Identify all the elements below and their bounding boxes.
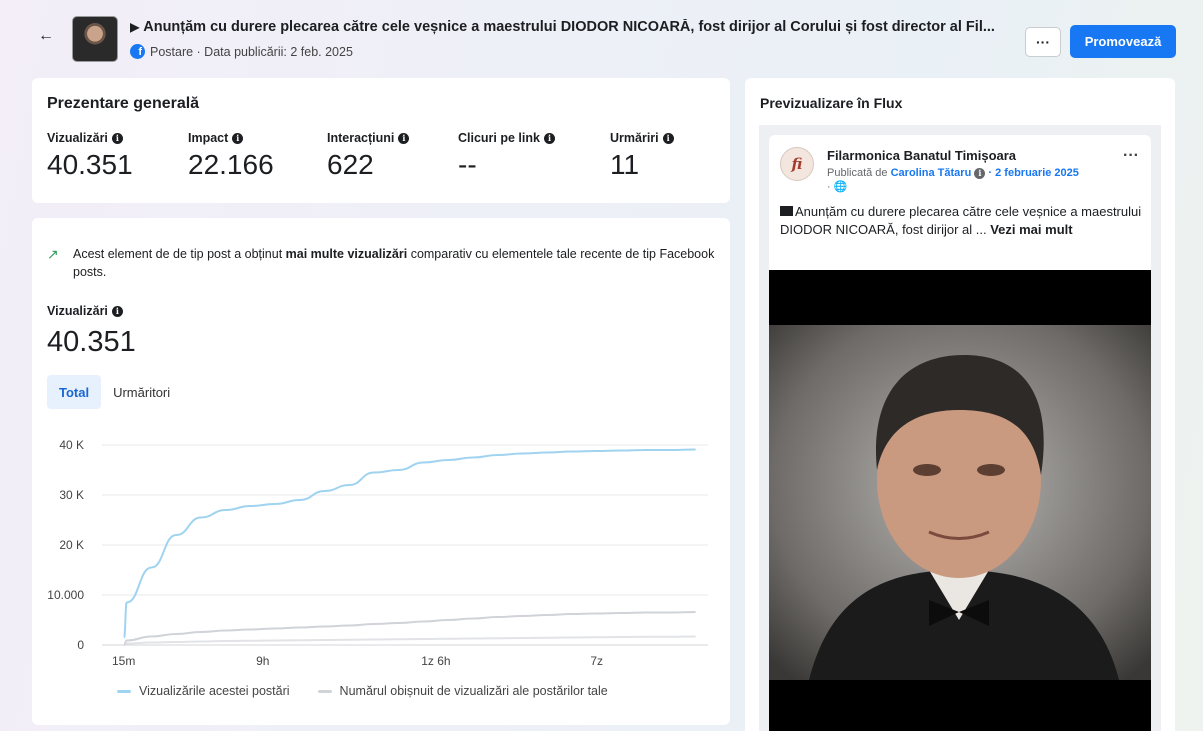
insight-bold: mai multe vizualizări bbox=[285, 247, 408, 261]
metric-label: Vizualizări bbox=[47, 131, 108, 145]
overview-title: Prezentare generală bbox=[47, 95, 200, 112]
post-text: Anunțăm cu durere plecarea către cele ve… bbox=[780, 203, 1142, 239]
metric-interactions: Interacțiuni i 622 bbox=[327, 131, 410, 181]
see-more-link[interactable]: Vezi mai mult bbox=[990, 222, 1072, 237]
insight-text: Acest element de de tip post a obținut m… bbox=[73, 245, 717, 281]
post-title-text: Anunțăm cu durere plecarea către cele ve… bbox=[143, 19, 995, 35]
info-icon[interactable]: i bbox=[543, 132, 555, 144]
views-chart-card: ↗ Acest element de de tip post a obținut… bbox=[32, 218, 730, 725]
preview-frame: fi Filarmonica Banatul Timișoara Publica… bbox=[759, 125, 1161, 731]
tab-followers[interactable]: Urmăritori bbox=[101, 375, 182, 409]
x-tick-label: 15m bbox=[112, 654, 135, 668]
insight-message: ↗ Acest element de de tip post a obținut… bbox=[47, 245, 717, 281]
overview-card: Prezentare generală Vizualizări i 40.351 … bbox=[32, 78, 730, 203]
tab-total[interactable]: Total bbox=[47, 375, 102, 409]
privacy-globe-icon: · 🌐 bbox=[827, 181, 848, 193]
published-by-line: Publicată de Carolina Tătaru i · 2 febru… bbox=[827, 167, 1079, 179]
legend-swatch bbox=[317, 689, 332, 693]
y-tick-label: 20 K bbox=[59, 538, 84, 552]
views-value: 40.351 bbox=[47, 326, 136, 358]
feed-preview-card: Previzualizare în Flux fi Filarmonica Ba… bbox=[745, 78, 1175, 731]
views-label: Vizualizări i bbox=[47, 304, 123, 318]
metric-value: -- bbox=[458, 149, 477, 180]
post-more-icon[interactable]: ··· bbox=[1123, 147, 1139, 165]
metric-label: Impact bbox=[188, 131, 229, 145]
legend-label: Numărul obișnuit de vizualizări ale post… bbox=[339, 684, 608, 698]
x-tick-label: 7z bbox=[590, 654, 603, 668]
published-by-text: Publicată de bbox=[827, 167, 891, 179]
chart-tabs: Total Urmăritori bbox=[47, 375, 182, 409]
x-tick-label: 9h bbox=[256, 654, 269, 668]
x-tick-label: 1z 6h bbox=[421, 654, 450, 668]
promote-button[interactable]: Promovează bbox=[1070, 25, 1176, 58]
info-icon[interactable]: i bbox=[111, 132, 123, 144]
facebook-icon: f bbox=[130, 44, 145, 59]
page-avatar[interactable]: fi bbox=[780, 147, 814, 181]
y-tick-label: 10.000 bbox=[47, 588, 84, 602]
metric-label: Urmăriri bbox=[610, 131, 659, 145]
views-line-chart: 0 10.000 20 K 30 K 40 K 15m 9h 1z 6h 7z bbox=[47, 438, 708, 668]
flag-icon: ▶ bbox=[130, 20, 140, 34]
more-options-button[interactable]: ··· bbox=[1025, 27, 1061, 57]
info-icon[interactable]: i bbox=[232, 132, 244, 144]
post-photo[interactable] bbox=[769, 270, 1151, 731]
y-tick-label: 0 bbox=[77, 638, 84, 652]
metric-value: 11 bbox=[610, 149, 640, 180]
post-date-link[interactable]: · 2 februarie 2025 bbox=[985, 167, 1079, 179]
info-icon[interactable]: i bbox=[662, 132, 674, 144]
post-thumbnail bbox=[72, 16, 118, 62]
series-line-2 bbox=[123, 635, 696, 646]
page-name[interactable]: Filarmonica Banatul Timișoara bbox=[827, 148, 1016, 163]
legend-item-post-views[interactable]: Vizualizările acestei postări bbox=[117, 684, 290, 698]
metric-follows: Urmăriri i 11 bbox=[610, 131, 674, 181]
post-subtitle: f Postare · Data publicării: 2 feb. 2025 bbox=[130, 44, 353, 59]
y-tick-label: 40 K bbox=[59, 438, 84, 452]
black-flag-icon bbox=[780, 206, 793, 216]
trend-up-icon: ↗ bbox=[47, 246, 59, 262]
author-link[interactable]: Carolina Tătaru bbox=[891, 167, 972, 179]
metric-value: 622 bbox=[327, 149, 374, 180]
info-icon[interactable]: i bbox=[974, 167, 986, 179]
metric-link-clicks: Clicuri pe link i -- bbox=[458, 131, 555, 181]
feed-post: fi Filarmonica Banatul Timișoara Publica… bbox=[769, 135, 1151, 731]
back-arrow-icon[interactable]: ← bbox=[38, 26, 54, 46]
insight-prefix: Acest element de de tip post a obținut bbox=[73, 247, 286, 261]
post-title: ▶ Anunțăm cu durere plecarea către cele v… bbox=[130, 19, 1010, 35]
legend-label: Vizualizările acestei postări bbox=[139, 684, 290, 698]
post-date-text: Postare · Data publicării: 2 feb. 2025 bbox=[150, 44, 353, 59]
series-line-0 bbox=[123, 448, 696, 639]
metric-value: 22.166 bbox=[188, 149, 274, 180]
legend-item-typical-views[interactable]: Numărul obișnuit de vizualizări ale post… bbox=[317, 684, 608, 698]
info-icon[interactable]: i bbox=[111, 305, 123, 317]
preview-title: Previzualizare în Flux bbox=[760, 95, 903, 111]
post-body-text: Anunțăm cu durere plecarea către cele ve… bbox=[780, 204, 1142, 237]
chart-legend: Vizualizările acestei postări Numărul ob… bbox=[117, 684, 608, 698]
info-icon[interactable]: i bbox=[398, 132, 410, 144]
portrait-image bbox=[769, 270, 1151, 731]
metric-label: Interacțiuni bbox=[327, 131, 395, 145]
views-label-text: Vizualizări bbox=[47, 304, 108, 318]
metric-views: Vizualizări i 40.351 bbox=[47, 131, 133, 181]
y-tick-label: 30 K bbox=[59, 488, 84, 502]
metric-label: Clicuri pe link bbox=[458, 131, 540, 145]
metric-value: 40.351 bbox=[47, 149, 133, 180]
post-header: ← ▶ Anunțăm cu durere plecarea către cele… bbox=[0, 0, 1203, 72]
legend-swatch bbox=[117, 689, 131, 693]
metric-impact: Impact i 22.166 bbox=[188, 131, 274, 181]
